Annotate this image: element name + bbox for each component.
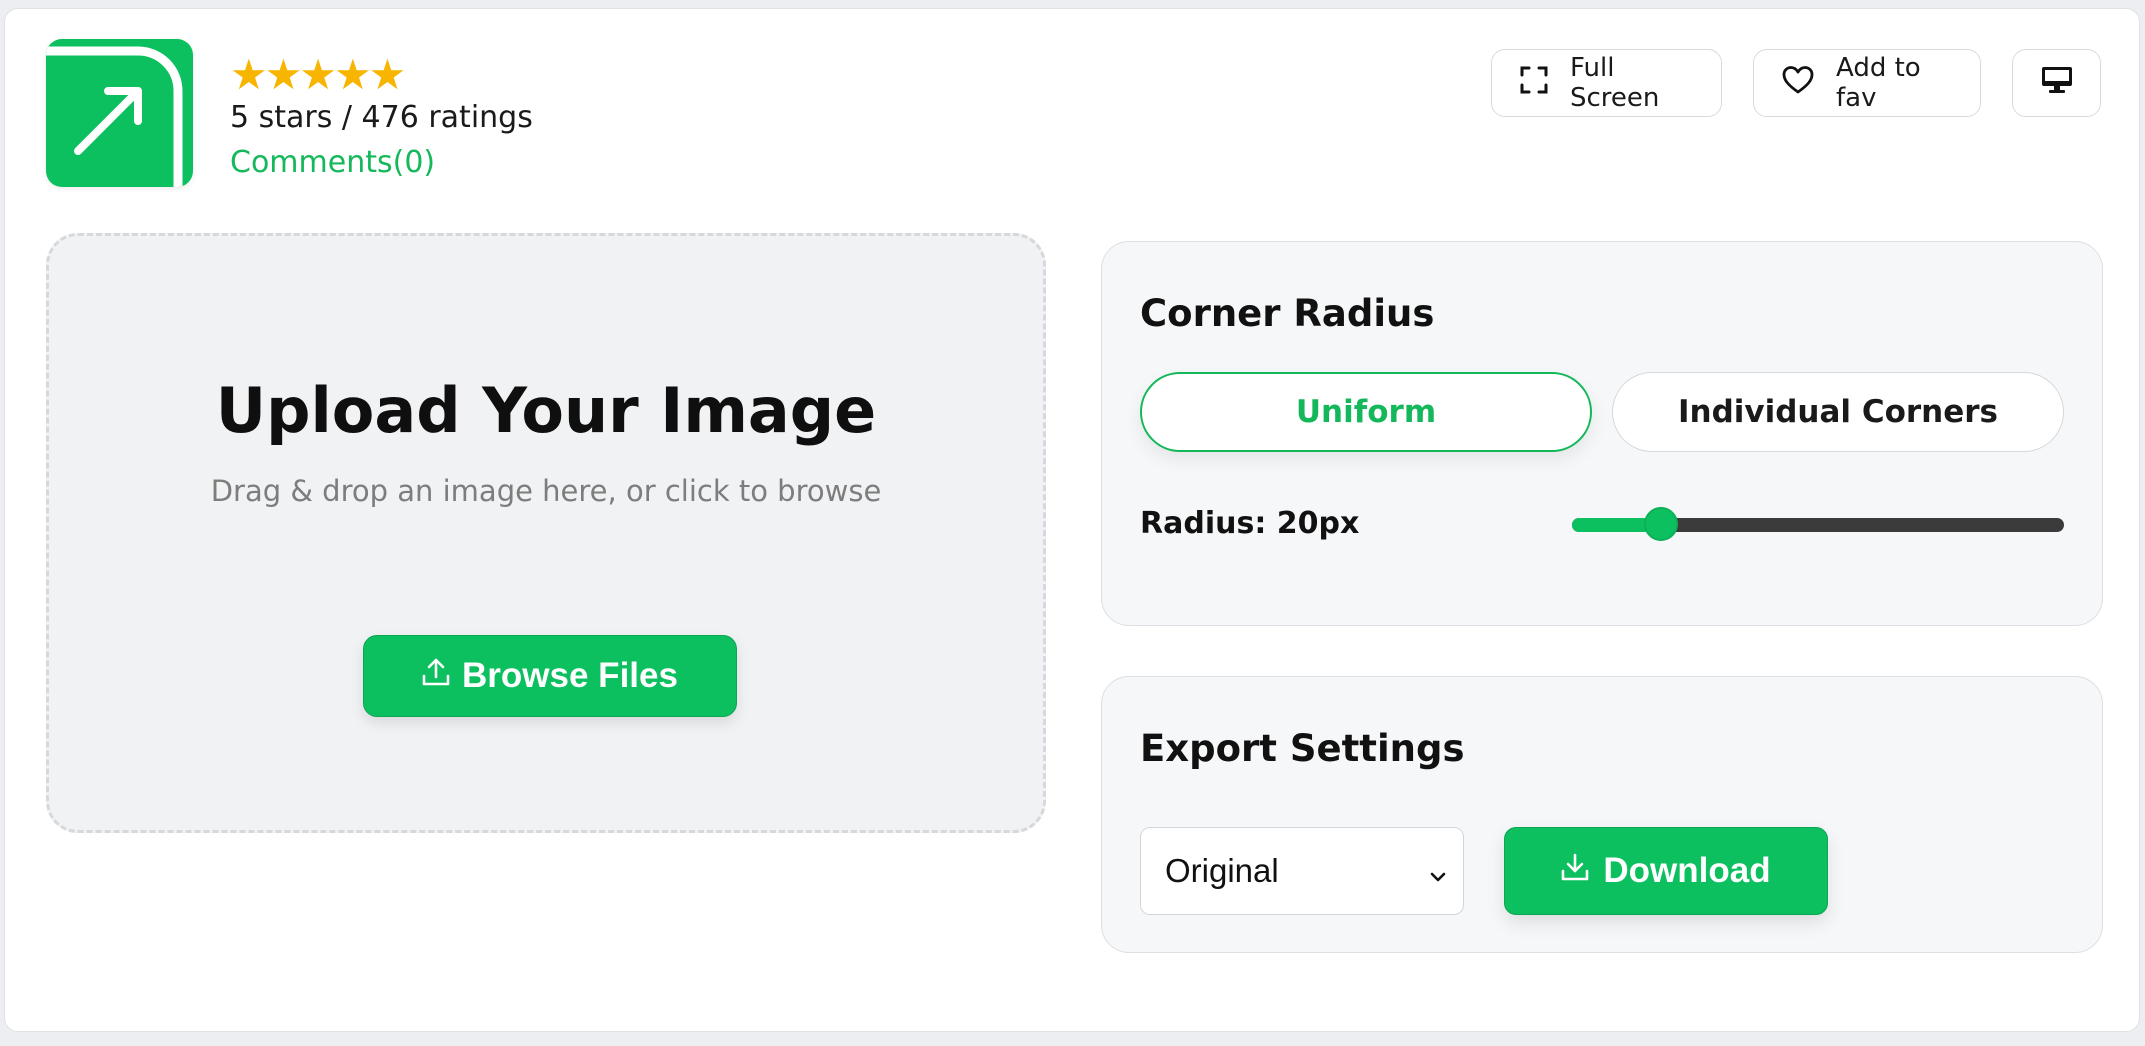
- fullscreen-button[interactable]: Full Screen: [1491, 49, 1722, 117]
- corner-radius-panel: Corner Radius Uniform Individual Corners…: [1101, 241, 2103, 626]
- uniform-mode-button[interactable]: Uniform: [1140, 372, 1592, 452]
- corner-radius-title: Corner Radius: [1140, 292, 1435, 335]
- monitor-icon: [2041, 66, 2073, 101]
- add-to-fav-label: Add to fav: [1836, 53, 1921, 113]
- download-button[interactable]: Download: [1504, 827, 1828, 915]
- tool-page: ★★★★★ 5 stars / 476 ratings Comments(0) …: [4, 8, 2140, 1032]
- slider-thumb[interactable]: [1643, 507, 1678, 541]
- app-logo-icon: [46, 39, 193, 187]
- desktop-view-button[interactable]: [2012, 49, 2101, 117]
- radius-slider[interactable]: [1572, 507, 2064, 541]
- radius-value-label: Radius: 20px: [1140, 506, 1360, 541]
- browse-files-label: Browse Files: [462, 656, 678, 695]
- star-rating-icon: ★★★★★: [230, 50, 406, 99]
- rating-summary: 5 stars / 476 ratings: [230, 100, 533, 135]
- upload-subtitle: Drag & drop an image here, or click to b…: [210, 474, 882, 508]
- chevron-down-icon: [1427, 858, 1449, 896]
- download-icon: [1561, 851, 1589, 891]
- upload-icon: [422, 656, 450, 696]
- fullscreen-icon: [1520, 66, 1548, 101]
- export-settings-title: Export Settings: [1140, 727, 1465, 770]
- format-select[interactable]: Original: [1140, 827, 1464, 915]
- fullscreen-label: Full Screen: [1570, 53, 1660, 113]
- browse-files-button[interactable]: Browse Files: [363, 635, 737, 717]
- rating-block: ★★★★★ 5 stars / 476 ratings Comments(0): [230, 50, 533, 181]
- individual-corners-button[interactable]: Individual Corners: [1612, 372, 2064, 452]
- export-settings-panel: Export Settings Original Download: [1101, 676, 2103, 953]
- heart-icon: [1782, 65, 1814, 102]
- add-to-fav-button[interactable]: Add to fav: [1753, 49, 1981, 117]
- download-label: Download: [1603, 851, 1771, 890]
- comments-link[interactable]: Comments(0): [230, 145, 435, 180]
- upload-dropzone[interactable]: Upload Your Image Drag & drop an image h…: [46, 233, 1046, 833]
- format-select-value: Original: [1165, 852, 1279, 889]
- upload-title: Upload Your Image: [215, 374, 877, 447]
